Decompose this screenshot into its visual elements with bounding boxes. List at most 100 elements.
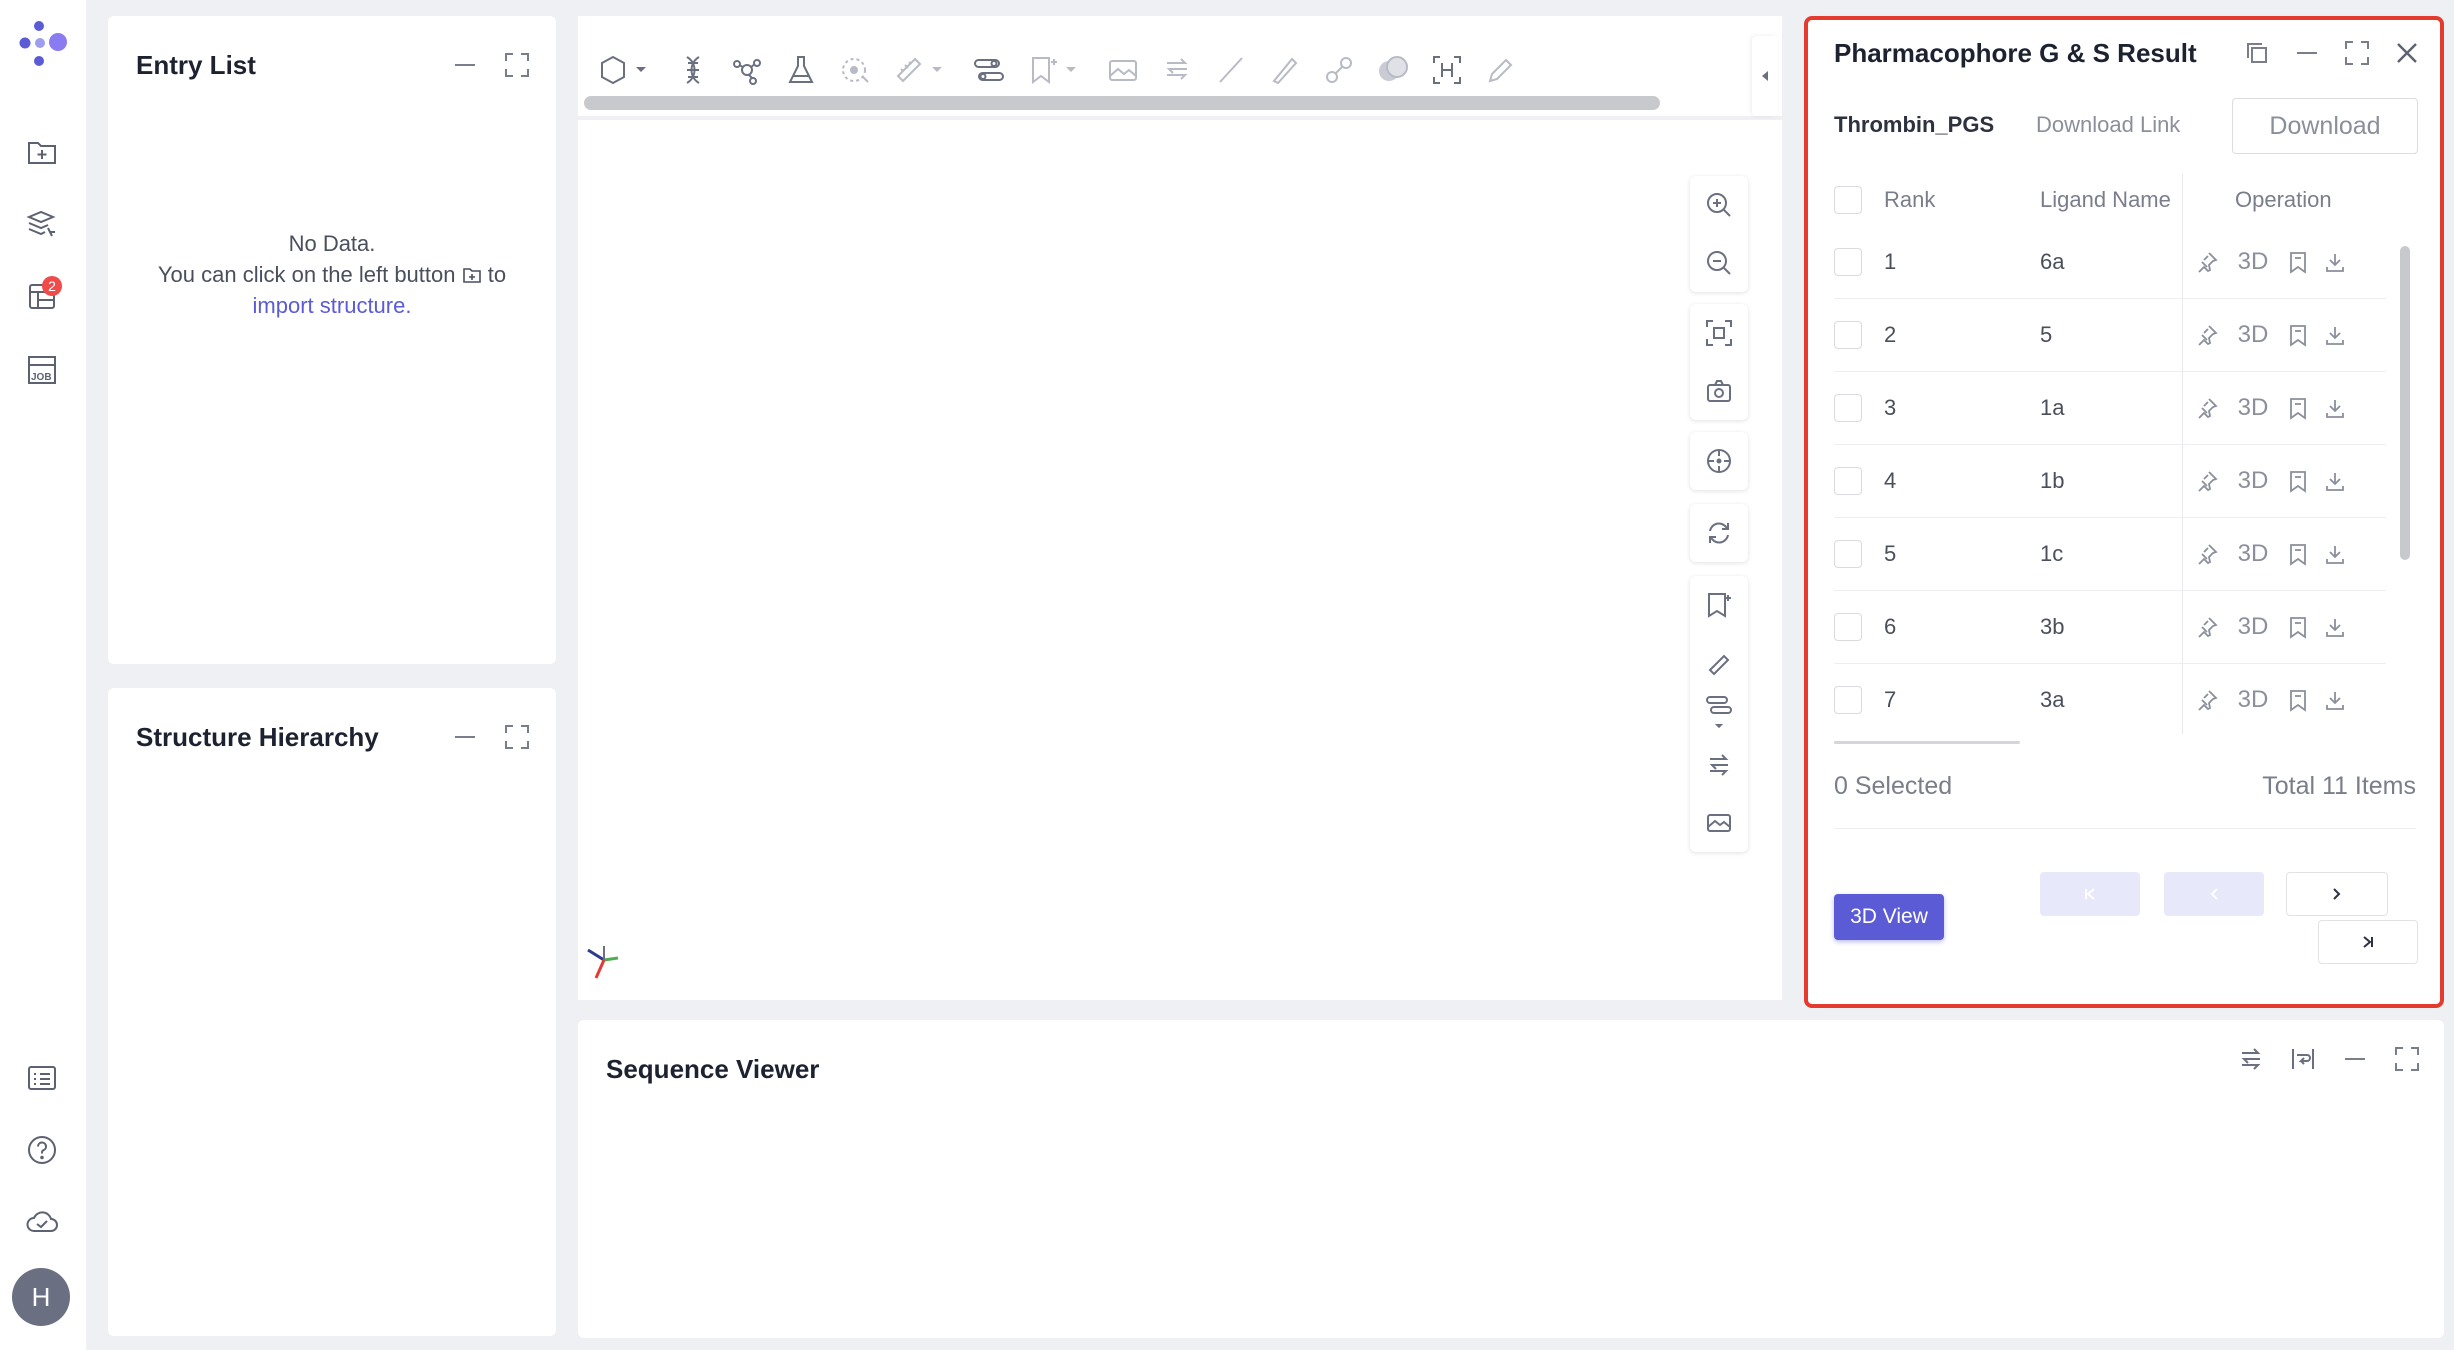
download-icon[interactable] xyxy=(2323,683,2347,717)
bookmark-add-icon[interactable] xyxy=(1026,51,1060,89)
user-avatar[interactable]: H xyxy=(12,1268,70,1326)
chevron-down-icon[interactable] xyxy=(930,51,944,89)
pin-icon[interactable] xyxy=(2195,537,2219,571)
maximize-icon[interactable] xyxy=(502,50,532,80)
table-row[interactable]: 6 3b 3D xyxy=(1834,591,2386,664)
download-icon[interactable] xyxy=(2323,464,2347,498)
row-checkbox[interactable] xyxy=(1834,686,1862,714)
row-checkbox[interactable] xyxy=(1834,394,1862,422)
download-link[interactable]: Download Link xyxy=(2036,112,2180,138)
toolbar-scrollbar[interactable] xyxy=(584,96,1660,110)
bookmark-icon[interactable] xyxy=(2287,537,2309,571)
molecule-icon[interactable] xyxy=(730,51,764,89)
pen-icon[interactable] xyxy=(1268,51,1302,89)
first-page-button[interactable] xyxy=(2040,872,2140,916)
pin-icon[interactable] xyxy=(2195,391,2219,425)
3d-view-button[interactable]: 3D View xyxy=(1834,894,1944,940)
close-icon[interactable] xyxy=(2392,36,2422,70)
link-icon[interactable] xyxy=(1322,51,1356,89)
minimize-icon[interactable] xyxy=(450,50,480,80)
table-row[interactable]: 1 6a 3D xyxy=(1834,226,2386,299)
row-checkbox[interactable] xyxy=(1834,248,1862,276)
download-icon[interactable] xyxy=(2323,610,2347,644)
maximize-icon[interactable] xyxy=(502,722,532,752)
swap-icon[interactable] xyxy=(2236,1044,2266,1074)
bookmark-icon[interactable] xyxy=(2287,391,2309,425)
swap-icon[interactable] xyxy=(1160,51,1194,89)
download-icon[interactable] xyxy=(2323,391,2347,425)
pin-icon[interactable] xyxy=(2195,464,2219,498)
view-3d-button[interactable]: 3D xyxy=(2233,464,2273,498)
view-3d-button[interactable]: 3D xyxy=(2233,537,2273,571)
download-button[interactable]: Download xyxy=(2232,98,2418,154)
row-checkbox[interactable] xyxy=(1834,540,1862,568)
flask-icon[interactable] xyxy=(784,51,818,89)
view-3d-button[interactable]: 3D xyxy=(2233,683,2273,717)
collapse-toolbar-icon[interactable] xyxy=(1752,36,1778,116)
import-structure-link[interactable]: import structure. xyxy=(253,293,412,318)
table-vertical-scrollbar[interactable] xyxy=(2400,246,2410,560)
pin-icon[interactable] xyxy=(2195,610,2219,644)
column-header-rank[interactable]: Rank xyxy=(1884,187,1935,213)
job-icon[interactable]: JOB xyxy=(22,350,62,390)
column-header-ligand[interactable]: Ligand Name xyxy=(2040,187,2171,213)
reset-rotation-icon[interactable] xyxy=(1690,504,1748,562)
table-row[interactable]: 4 1b 3D xyxy=(1834,445,2386,518)
layers-icon[interactable] xyxy=(22,204,62,244)
copy-window-icon[interactable] xyxy=(2242,36,2272,70)
download-icon[interactable] xyxy=(2323,537,2347,571)
table-horizontal-scrollbar[interactable] xyxy=(1834,741,2020,744)
view-3d-button[interactable]: 3D xyxy=(2233,245,2273,279)
center-target-icon[interactable] xyxy=(1690,432,1748,490)
task-list-icon[interactable] xyxy=(22,1058,62,1098)
3d-viewer-canvas[interactable] xyxy=(578,120,1782,1000)
line-icon[interactable] xyxy=(1214,51,1248,89)
bookmark-icon[interactable] xyxy=(2287,245,2309,279)
download-icon[interactable] xyxy=(2323,318,2347,352)
last-page-button[interactable] xyxy=(2318,920,2418,964)
measure-icon[interactable] xyxy=(892,51,926,89)
annotation-icon[interactable] xyxy=(1690,576,1748,634)
chevron-down-icon[interactable] xyxy=(634,51,648,89)
import-structure-icon[interactable] xyxy=(22,132,62,172)
settings-sliders-icon[interactable] xyxy=(972,51,1006,89)
swap-view-icon[interactable] xyxy=(1690,736,1748,794)
hydrogen-icon[interactable] xyxy=(1430,51,1464,89)
table-row[interactable]: 7 3a 3D xyxy=(1834,664,2386,734)
view-3d-button[interactable]: 3D xyxy=(2233,610,2273,644)
bookmark-icon[interactable] xyxy=(2287,683,2309,717)
zoom-in-icon[interactable] xyxy=(1690,176,1748,234)
help-icon[interactable] xyxy=(22,1130,62,1170)
row-checkbox[interactable] xyxy=(1834,613,1862,641)
camera-icon[interactable] xyxy=(1690,362,1748,420)
pin-icon[interactable] xyxy=(2195,318,2219,352)
dna-icon[interactable] xyxy=(676,51,710,89)
previous-page-button[interactable] xyxy=(2164,872,2264,916)
view-3d-button[interactable]: 3D xyxy=(2233,318,2273,352)
minimize-icon[interactable] xyxy=(450,722,480,752)
display-settings-icon[interactable] xyxy=(1690,692,1748,736)
minimize-icon[interactable] xyxy=(2292,36,2322,70)
fit-view-icon[interactable] xyxy=(1690,304,1748,362)
table-row[interactable]: 2 5 3D xyxy=(1834,299,2386,372)
export-image-icon[interactable] xyxy=(1690,794,1748,852)
results-table-icon[interactable]: 2 xyxy=(22,276,62,316)
bookmark-icon[interactable] xyxy=(2287,318,2309,352)
pin-icon[interactable] xyxy=(2195,683,2219,717)
view-3d-button[interactable]: 3D xyxy=(2233,391,2273,425)
table-row[interactable]: 3 1a 3D xyxy=(1834,372,2386,445)
maximize-icon[interactable] xyxy=(2342,36,2372,70)
bookmark-icon[interactable] xyxy=(2287,464,2309,498)
next-page-button[interactable] xyxy=(2286,872,2388,916)
overlap-icon[interactable] xyxy=(1376,51,1410,89)
select-shape-icon[interactable] xyxy=(596,51,630,89)
chevron-down-icon[interactable] xyxy=(1064,51,1078,89)
measure-distance-icon[interactable] xyxy=(1690,634,1748,692)
edit-icon[interactable] xyxy=(1484,51,1518,89)
table-row[interactable]: 5 1c 3D xyxy=(1834,518,2386,591)
pin-icon[interactable] xyxy=(2195,245,2219,279)
surface-icon[interactable] xyxy=(838,51,872,89)
row-checkbox[interactable] xyxy=(1834,321,1862,349)
row-checkbox[interactable] xyxy=(1834,467,1862,495)
bookmark-icon[interactable] xyxy=(2287,610,2309,644)
